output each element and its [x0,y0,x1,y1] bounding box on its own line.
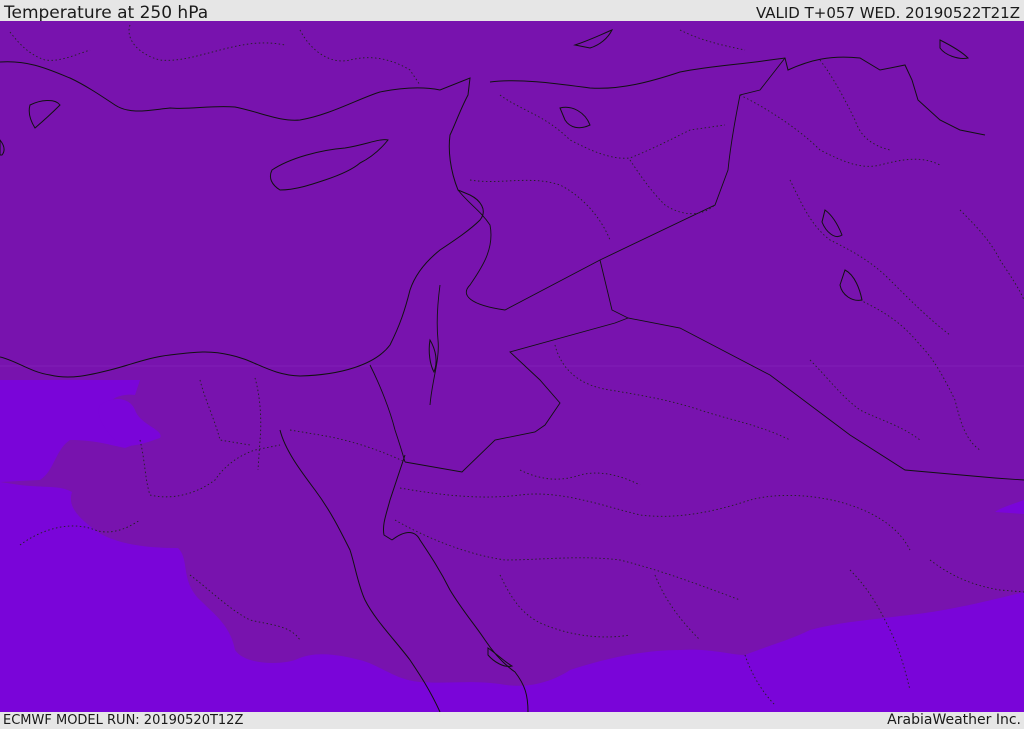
brand-label: ArabiaWeather Inc. [887,712,1021,728]
map-canvas [0,21,1024,712]
footer-bar: ECMWF MODEL RUN: 20190520T12Z ArabiaWeat… [0,712,1024,729]
valid-time: VALID T+057 WED. 20190522T21Z [755,4,1020,22]
header-bar: Temperature at 250 hPa VALID T+057 WED. … [0,0,1024,23]
map-title: Temperature at 250 hPa [4,3,209,23]
model-run-label: ECMWF MODEL RUN: 20190520T12Z [3,713,244,728]
weather-map[interactable] [0,21,1024,712]
